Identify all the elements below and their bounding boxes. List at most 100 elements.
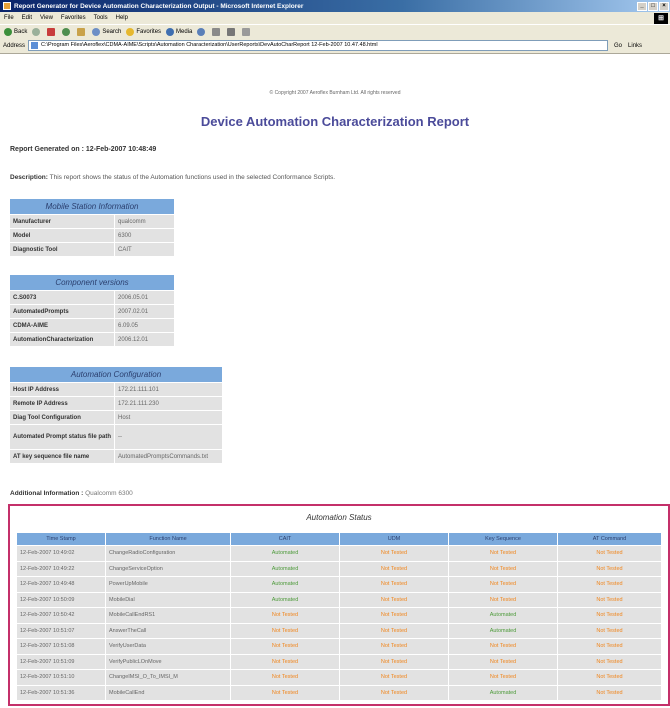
column-header-key-sequence: Key Sequence — [449, 533, 557, 545]
additional-label: Additional Information : — [10, 490, 84, 497]
menu-help[interactable]: Help — [116, 15, 128, 21]
cait-status-cell: Not Tested — [231, 623, 339, 638]
info-key: CDMA-AIME — [10, 319, 114, 332]
table-row: Diagnostic Tool CAIT — [10, 243, 174, 256]
table-row: 12-Feb-2007 10:51:09 VerifyPublicLOnMove N… — [17, 654, 661, 669]
info-value: CAIT — [115, 243, 174, 256]
info-key: Diagnostic Tool — [10, 243, 114, 256]
key-sequence-status-cell: Not Tested — [449, 592, 557, 607]
links-button[interactable]: Links — [628, 43, 642, 49]
search-button[interactable]: Search — [92, 27, 121, 36]
info-value: 2006.05.01 — [115, 291, 174, 304]
key-sequence-status-cell: Not Tested — [449, 654, 557, 669]
page-icon — [31, 42, 39, 49]
address-input[interactable]: C:\Program Files\Aeroflex\CDMA-AIME\Scri… — [28, 40, 609, 51]
time-stamp-cell: 12-Feb-2007 10:50:42 — [17, 608, 105, 623]
function-name-cell: MobileCallEnd — [106, 685, 230, 700]
table-row: AutomationCharacterization 2006.12.01 — [10, 333, 174, 346]
back-button[interactable]: Back — [4, 27, 27, 36]
stop-button[interactable] — [47, 27, 57, 36]
go-button[interactable]: Go — [614, 43, 622, 49]
forward-arrow-icon — [32, 27, 41, 36]
table-row: 12-Feb-2007 10:49:48 PowerUpMobile Automat… — [17, 577, 661, 592]
table-row: 12-Feb-2007 10:51:36 MobileCallEnd Not Tes… — [17, 685, 661, 700]
search-icon — [92, 27, 101, 36]
at-command-status-cell: Not Tested — [558, 654, 661, 669]
menu-favorites[interactable]: Favorites — [61, 15, 86, 21]
history-button[interactable] — [197, 27, 207, 36]
table-row: 12-Feb-2007 10:51:10 ChangeIMSI_O_To_IMSI… — [17, 670, 661, 685]
menu-edit[interactable]: Edit — [22, 15, 32, 21]
table-row: 12-Feb-2007 10:51:08 VerifyUserData Not Te… — [17, 639, 661, 654]
at-command-status-cell: Not Tested — [558, 685, 661, 700]
at-command-status-cell: Not Tested — [558, 577, 661, 592]
cait-status-cell: Automated — [231, 592, 339, 607]
menu-tools[interactable]: Tools — [94, 15, 108, 21]
home-icon — [77, 27, 86, 36]
key-sequence-status-cell: Not Tested — [449, 639, 557, 654]
table-row: 12-Feb-2007 10:51:07 AnswerTheCall Not Tes… — [17, 623, 661, 638]
cait-status-cell: Not Tested — [231, 670, 339, 685]
info-value: 6.09.05 — [115, 319, 174, 332]
time-stamp-cell: 12-Feb-2007 10:51:09 — [17, 654, 105, 669]
automation-status-panel: Automation Status Time Stamp Function Na… — [8, 504, 670, 706]
time-stamp-cell: 12-Feb-2007 10:51:36 — [17, 685, 105, 700]
key-sequence-status-cell: Not Tested — [449, 577, 557, 592]
mail-icon — [212, 27, 221, 36]
info-value: 6300 — [115, 229, 174, 242]
time-stamp-cell: 12-Feb-2007 10:51:07 — [17, 623, 105, 638]
column-header-time-stamp: Time Stamp — [17, 533, 105, 545]
at-command-status-cell: Not Tested — [558, 608, 661, 623]
favorites-button-label: Favorites — [136, 28, 162, 35]
edit-icon — [242, 27, 251, 36]
home-button[interactable] — [77, 27, 87, 36]
media-button[interactable]: Media — [166, 27, 193, 36]
page-content: © Copyright 2007 Aeroflex Burnham Ltd. A… — [8, 56, 670, 706]
print-button[interactable] — [227, 27, 237, 36]
close-icon[interactable]: × — [659, 1, 669, 11]
function-name-cell: ChangeServiceOption — [106, 561, 230, 576]
ie-icon — [3, 2, 11, 10]
window-title: Report Generator for Device Automation C… — [14, 2, 304, 10]
refresh-icon — [62, 27, 71, 36]
table-row: Remote IP Address 172.21.111.230 — [10, 397, 222, 410]
at-command-status-cell: Not Tested — [558, 639, 661, 654]
table-row: 12-Feb-2007 10:50:42 MobileCallEndRS1 Not … — [17, 608, 661, 623]
udm-status-cell: Not Tested — [340, 654, 448, 669]
udm-status-cell: Not Tested — [340, 685, 448, 700]
key-sequence-status-cell: Automated — [449, 623, 557, 638]
edit-button[interactable] — [242, 27, 252, 36]
info-key: Manufacturer — [10, 215, 114, 228]
mail-button[interactable] — [212, 27, 222, 36]
udm-status-cell: Not Tested — [340, 670, 448, 685]
report-generated: Report Generated on : 12-Feb-2007 10:48:… — [10, 146, 157, 153]
refresh-button[interactable] — [62, 27, 72, 36]
forward-button[interactable] — [32, 27, 42, 36]
mobile-station-table: Mobile Station Information Manufacturer q… — [9, 198, 175, 257]
menu-view[interactable]: View — [40, 15, 53, 21]
at-command-status-cell: Not Tested — [558, 623, 661, 638]
mobile-station-heading: Mobile Station Information — [10, 199, 174, 214]
key-sequence-status-cell: Automated — [449, 608, 557, 623]
udm-status-cell: Not Tested — [340, 608, 448, 623]
automation-status-table: Time Stamp Function Name CAIT UDM Key Se… — [16, 532, 662, 701]
table-row: Host IP Address 172.21.111.101 — [10, 383, 222, 396]
info-key: AT key sequence file name — [10, 450, 114, 463]
media-button-label: Media — [176, 28, 193, 35]
info-key: Model — [10, 229, 114, 242]
menu-file[interactable]: File — [4, 15, 14, 21]
copyright-notice: © Copyright 2007 Aeroflex Burnham Ltd. A… — [269, 90, 401, 96]
udm-status-cell: Not Tested — [340, 561, 448, 576]
minimize-icon[interactable]: _ — [637, 1, 647, 11]
info-value: -- — [115, 425, 222, 449]
info-key: Diag Tool Configuration — [10, 411, 114, 424]
info-key: AutomatedPrompts — [10, 305, 114, 318]
at-command-status-cell: Not Tested — [558, 592, 661, 607]
additional-information: Additional Information : Qualcomm 6300 — [10, 490, 133, 497]
favorites-button[interactable]: Favorites — [126, 27, 162, 36]
address-bar: Address C:\Program Files\Aeroflex\CDMA-A… — [0, 38, 670, 54]
menu-bar: File Edit View Favorites Tools Help ⊞ — [0, 12, 670, 24]
maximize-icon[interactable]: □ — [648, 1, 658, 11]
table-row: Automated Prompt status file path -- — [10, 425, 222, 449]
info-key: Remote IP Address — [10, 397, 114, 410]
